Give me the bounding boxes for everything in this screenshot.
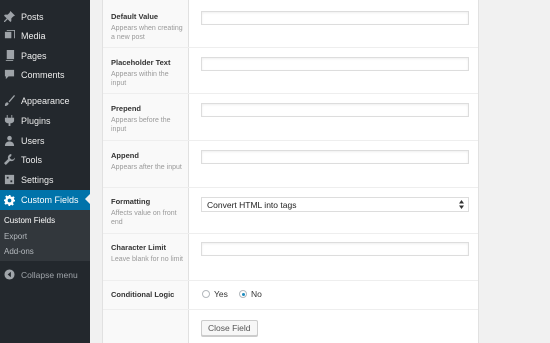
character-limit-description: Leave blank for no limit bbox=[111, 256, 183, 263]
admin-sidebar: Posts Media Pages Comments Appearance Pl… bbox=[0, 0, 90, 343]
prepend-label: Prepend bbox=[111, 104, 142, 113]
formatting-description: Affects value on front end bbox=[111, 210, 177, 226]
row-divider bbox=[103, 309, 478, 310]
formatting-select[interactable]: Convert HTML into tags bbox=[201, 197, 469, 212]
append-description: Appears after the input bbox=[111, 164, 182, 171]
sidebar-item-settings[interactable]: Settings bbox=[0, 170, 90, 189]
radio-circle bbox=[202, 290, 210, 298]
sidebar-item-users[interactable]: Users bbox=[0, 131, 90, 150]
plugin-icon bbox=[3, 115, 15, 127]
append-label: Append bbox=[111, 151, 139, 160]
brush-icon bbox=[3, 95, 15, 107]
conditional-logic-label: Conditional Logic bbox=[111, 290, 175, 299]
conditional-logic-yes-radio[interactable]: Yes bbox=[202, 289, 228, 299]
sidebar-item-label: Users bbox=[21, 135, 45, 146]
sidebar-item-label: Posts bbox=[21, 11, 44, 22]
sidebar-item-label: Appearance bbox=[21, 95, 70, 106]
sidebar-item-label: Plugins bbox=[21, 115, 51, 126]
sidebar-item-label: Settings bbox=[21, 174, 54, 185]
submenu-item-custom-fields[interactable]: Custom Fields bbox=[4, 216, 55, 225]
submenu-item-export[interactable]: Export bbox=[4, 232, 27, 241]
sidebar-item-appearance[interactable]: Appearance bbox=[0, 91, 90, 110]
sidebar-item-media[interactable]: Media bbox=[0, 26, 90, 45]
sidebar-item-custom-fields[interactable]: Custom Fields bbox=[0, 190, 90, 210]
conditional-logic-no-radio[interactable]: No bbox=[239, 289, 262, 299]
sidebar-item-tools[interactable]: Tools bbox=[0, 150, 90, 169]
sidebar-item-label: Comments bbox=[21, 69, 65, 80]
row-divider bbox=[103, 47, 478, 48]
submenu-item-add-ons[interactable]: Add-ons bbox=[4, 247, 34, 256]
formatting-selected-value: Convert HTML into tags bbox=[207, 199, 297, 210]
row-divider bbox=[103, 280, 478, 281]
default-value-description: Appears when creating a new post bbox=[111, 25, 183, 41]
collapse-label: Collapse menu bbox=[21, 269, 78, 280]
radio-label: No bbox=[251, 289, 262, 299]
placeholder-text-description: Appears within the input bbox=[111, 71, 169, 87]
select-arrows-icon bbox=[459, 200, 464, 209]
pages-icon bbox=[3, 50, 15, 62]
sidebar-item-label: Tools bbox=[21, 154, 43, 165]
custom-fields-submenu: Custom Fields Export Add-ons bbox=[0, 210, 90, 261]
comment-icon bbox=[3, 69, 15, 81]
pin-icon bbox=[3, 11, 15, 23]
sidebar-item-plugins[interactable]: Plugins bbox=[0, 111, 90, 130]
character-limit-input[interactable] bbox=[201, 242, 469, 256]
row-divider bbox=[103, 140, 478, 141]
prepend-input[interactable] bbox=[201, 103, 469, 117]
gear-icon bbox=[3, 194, 15, 206]
users-icon bbox=[3, 135, 15, 147]
close-field-button[interactable]: Close Field bbox=[201, 320, 258, 336]
append-input[interactable] bbox=[201, 150, 469, 164]
row-divider bbox=[103, 233, 478, 234]
sidebar-item-label: Custom Fields bbox=[21, 195, 79, 205]
sidebar-item-label: Pages bbox=[21, 50, 47, 61]
default-value-label: Default Value bbox=[111, 12, 159, 21]
sidebar-item-comments[interactable]: Comments bbox=[0, 65, 90, 84]
row-divider bbox=[103, 93, 478, 94]
row-divider bbox=[103, 187, 478, 188]
placeholder-text-label: Placeholder Text bbox=[111, 58, 171, 67]
sidebar-item-pages[interactable]: Pages bbox=[0, 46, 90, 65]
collapse-menu-button[interactable]: Collapse menu bbox=[0, 265, 90, 284]
character-limit-label: Character Limit bbox=[111, 243, 167, 252]
prepend-description: Appears before the input bbox=[111, 117, 171, 133]
field-settings-panel: Default Value Appears when creating a ne… bbox=[102, 0, 479, 343]
wrench-icon bbox=[3, 154, 15, 166]
radio-circle-checked bbox=[239, 290, 247, 298]
formatting-label: Formatting bbox=[111, 197, 151, 206]
collapse-icon bbox=[3, 269, 15, 281]
sidebar-item-label: Media bbox=[21, 30, 46, 41]
settings-icon bbox=[3, 174, 15, 186]
radio-label: Yes bbox=[214, 289, 228, 299]
placeholder-text-input[interactable] bbox=[201, 57, 469, 71]
sidebar-item-posts[interactable]: Posts bbox=[0, 7, 90, 26]
default-value-input[interactable] bbox=[201, 11, 469, 25]
media-icon bbox=[3, 30, 15, 42]
